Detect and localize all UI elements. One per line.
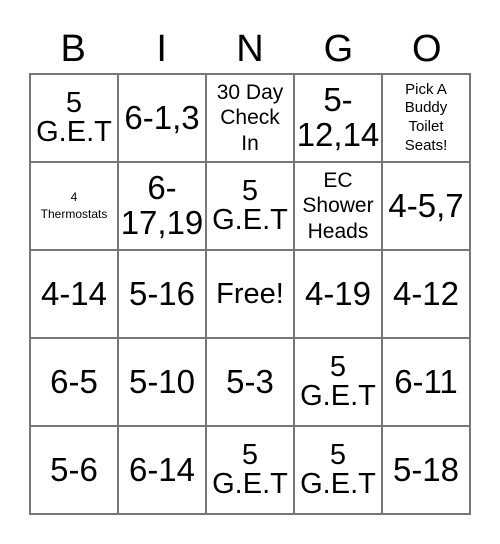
bingo-cell[interactable]: 4-12 [382, 250, 470, 338]
bingo-cell[interactable]: 5-3 [206, 338, 294, 426]
bingo-cell[interactable]: 5-6 [30, 426, 118, 514]
bingo-cell[interactable]: 5-18 [382, 426, 470, 514]
bingo-cell[interactable]: 5 G.E.T [206, 426, 294, 514]
bingo-cell[interactable]: Pick A Buddy Toilet Seats! [382, 74, 470, 162]
bingo-cell[interactable]: Free! [206, 250, 294, 338]
bingo-cell[interactable]: 5 G.E.T [294, 426, 382, 514]
bingo-cell[interactable]: 5 G.E.T [206, 162, 294, 250]
bingo-cell[interactable]: 5 G.E.T [294, 338, 382, 426]
bingo-cell[interactable]: 5 G.E.T [30, 74, 118, 162]
bingo-header: B I N G O [29, 24, 471, 74]
bingo-cell[interactable]: 6-1,3 [118, 74, 206, 162]
bingo-cell[interactable]: 4 Thermostats [30, 162, 118, 250]
bingo-cell[interactable]: 4-19 [294, 250, 382, 338]
bingo-cell[interactable]: 4-14 [30, 250, 118, 338]
bingo-cell[interactable]: 30 Day Check In [206, 74, 294, 162]
bingo-cell[interactable]: 5- 12,14 [294, 74, 382, 162]
header-letter-n: N [236, 28, 264, 70]
bingo-cell[interactable]: 6-14 [118, 426, 206, 514]
bingo-cell[interactable]: 6-11 [382, 338, 470, 426]
bingo-cell[interactable]: 6-5 [30, 338, 118, 426]
header-letter-i: I [156, 28, 167, 70]
bingo-cell[interactable]: EC Shower Heads [294, 162, 382, 250]
bingo-cell[interactable]: 6- 17,19 [118, 162, 206, 250]
bingo-cell[interactable]: 4-5,7 [382, 162, 470, 250]
header-letter-b: B [60, 28, 86, 70]
bingo-grid: 5 G.E.T 6-1,3 30 Day Check In 5- 12,14 Pick … [29, 73, 471, 515]
bingo-cell[interactable]: 5-10 [118, 338, 206, 426]
bingo-cell[interactable]: 5-16 [118, 250, 206, 338]
header-letter-o: O [412, 28, 442, 70]
header-letter-g: G [323, 28, 354, 70]
